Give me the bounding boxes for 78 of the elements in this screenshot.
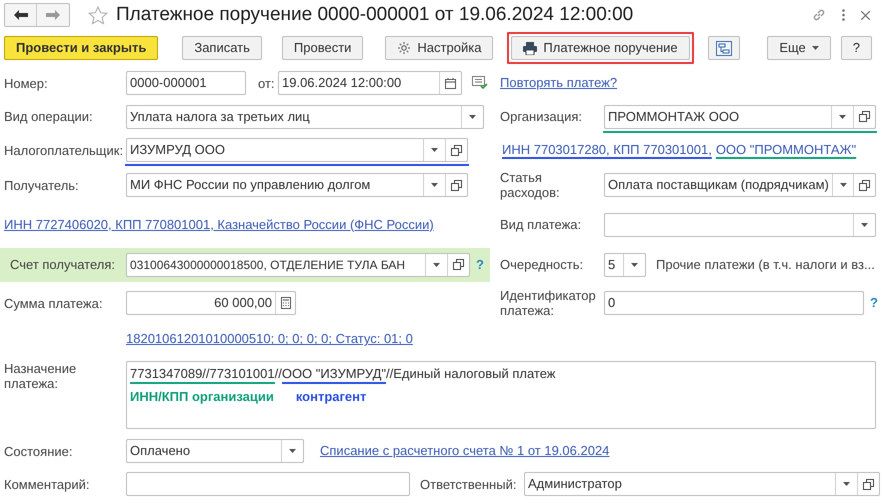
field-label: Комментарий: [4,476,90,492]
hierarchy-icon [716,40,732,56]
document-check-icon[interactable] [472,76,488,90]
toolbar-button[interactable]: Провести [282,36,364,60]
responsible-field[interactable]: Администратор [524,472,880,496]
field-label: Налогоплательщик: [4,142,124,158]
open-icon [453,259,464,270]
caret-icon [840,183,847,187]
toolbar-button[interactable]: ? [840,36,872,60]
settings-button[interactable]: Настройка [385,36,494,60]
field-label: Вид операции: [4,109,94,124]
forward-arrow-icon [46,10,60,20]
star-icon[interactable] [88,6,108,24]
expense-item-field[interactable]: Оплата поставщикам (подрядчикам) [604,173,876,197]
field-label: Счет получателя: [10,257,116,272]
priority-field[interactable]: 5 [604,252,646,276]
payment-id-field[interactable]: 0 [604,291,864,315]
field-label: Вид платежа: [500,217,582,232]
recipient-field[interactable]: МИ ФНС России по управлению долгом [126,173,468,197]
calendar-icon [445,78,456,88]
caret-icon [843,482,850,486]
open-icon [451,144,462,156]
taxpayer-details-link[interactable]: ИНН 7703017280, КПП 770301001, ООО "ПРОММОНТАЖ" [502,140,860,160]
caret-icon [431,183,438,187]
link[interactable]: Повторять платеж? [500,73,618,93]
field-label: Идентификатор платежа: [500,288,597,318]
more-icon[interactable] [842,9,845,21]
operation-type-field[interactable]: Уплата налога за третьих лиц [126,104,484,128]
field-label: Ответственный: [420,476,518,492]
annotation-note: контрагент [296,388,366,406]
caret-icon [839,114,846,118]
toolbar-button[interactable]: Записать [182,36,262,60]
caret-icon [289,449,296,453]
structure-button[interactable] [708,36,740,60]
link-icon[interactable] [812,8,826,22]
calculator-icon [280,297,290,309]
field-label: Статья расходов: [500,170,561,200]
purpose-text: 7731347089//773101001//ООО "ИЗУМРУД"//Единый налоговый платеж [130,364,556,384]
caret-icon [861,222,868,226]
link[interactable]: ИНН 7727406020, КПП 770801001, Казначейство России (ФНС России) [4,216,434,232]
field-label: Состояние: [4,444,74,458]
annotation-note: ИНН/КПП организации [130,388,274,406]
link[interactable]: 18201061201010000510; 0; 0; 0; 0; Статус: 01; 0 [126,329,413,349]
payment-kind-field[interactable] [604,212,876,236]
open-icon [859,180,870,190]
post-and-close-button[interactable]: Провести и закрыть [4,36,158,60]
purpose-text-area[interactable]: 7731347089//773101001//ООО "ИЗУМРУД"//Единый налоговый платеж ИНН/КПП организации контрагент [126,361,876,429]
link[interactable]: Списание с расчетного счета № 1 от 19.06.2024 [320,441,610,461]
field-label: Номер: [4,76,49,90]
help-mark[interactable]: ? [870,293,878,313]
amount-field[interactable]: 60 000,00 [126,291,296,315]
print-button[interactable]: Платежное поручение [511,36,690,60]
printer-icon [523,42,538,54]
field-label: от: [258,76,276,90]
date-field[interactable]: 19.06.2024 12:00:00 [278,71,462,95]
field-label: Сумма платежа: [4,296,104,310]
more-button[interactable]: Еще [767,36,831,60]
open-icon [451,180,462,190]
back-arrow-icon [14,10,28,20]
caret-icon [631,262,638,266]
field-label: Очередность: [500,257,584,272]
field-label: Организация: [500,109,584,124]
field-label: Назначение платежа: [4,361,78,391]
open-icon [863,478,874,490]
caret-icon [431,148,438,152]
number-field[interactable]: 0000-000001 [126,71,246,95]
settings-icon [397,41,412,55]
window-title: Платежное поручение 0000-000001 от 19.06.2024 12:00:00 [116,2,634,27]
caret-icon [433,262,440,266]
caret-icon [469,114,476,118]
account-field[interactable]: 03100643000000018500, ОТДЕЛЕНИЕ ТУЛА БАН [126,252,470,276]
comment-field[interactable] [126,472,410,496]
field-label: Получатель: [4,178,80,192]
priority-description: Прочие платежи (в т.ч. налоги и вз... [656,256,875,274]
open-icon [859,111,870,122]
caret-icon [812,46,819,50]
close-icon[interactable] [861,10,870,20]
status-field[interactable]: Оплачено [126,439,304,463]
